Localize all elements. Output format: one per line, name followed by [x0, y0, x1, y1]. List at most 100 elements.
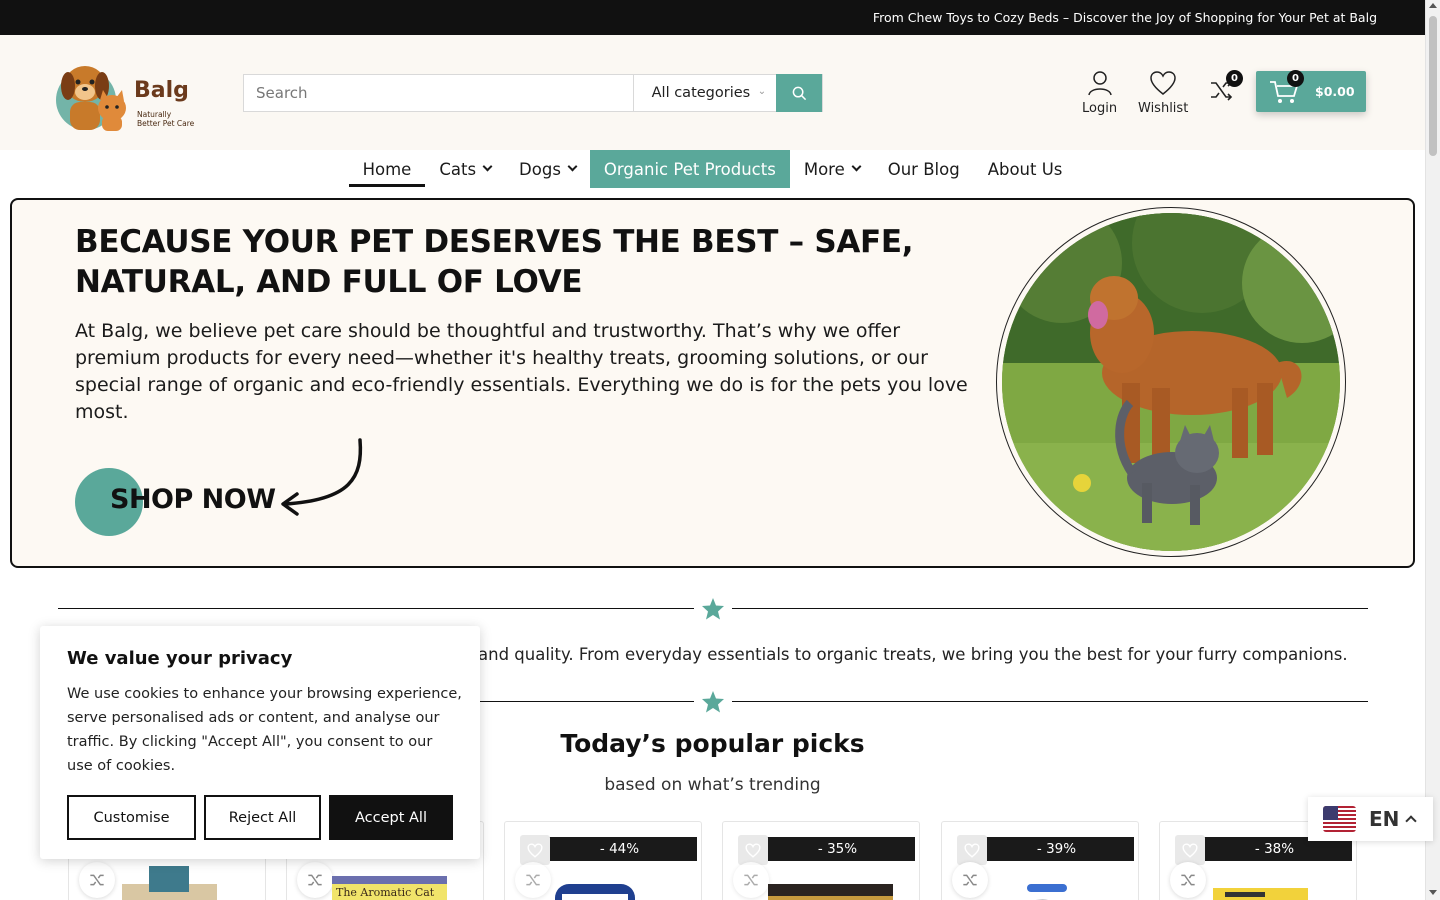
product-image	[768, 866, 893, 900]
nav-item-our-blog[interactable]: Our Blog	[874, 150, 974, 188]
main-nav: Home Cats Dogs Organic Pet Products More…	[0, 150, 1425, 188]
chevron-down-icon	[482, 161, 493, 172]
search-button[interactable]	[776, 74, 822, 112]
compare-shuffle-icon	[963, 874, 977, 886]
chevron-down-icon	[567, 161, 578, 172]
login-link[interactable]: Login	[1082, 70, 1117, 116]
compare-shuffle-icon	[1181, 874, 1195, 886]
dog-cat-logo-icon	[56, 66, 126, 131]
cookie-consent-dialog: We value your privacy We use cookies to …	[40, 626, 480, 859]
cookie-title: We value your privacy	[67, 648, 293, 669]
reject-all-button[interactable]: Reject All	[204, 795, 321, 840]
customise-button[interactable]: Customise	[67, 795, 196, 840]
nav-label-cats: Cats	[439, 159, 477, 179]
product-card[interactable]: - 44%	[504, 821, 702, 900]
intro-tagline-text: and quality. From everyday essentials to…	[478, 645, 1348, 664]
nav-label-home: Home	[362, 159, 412, 179]
announcement-text: From Chew Toys to Cozy Beds – Discover t…	[872, 10, 1377, 25]
add-to-wishlist-button[interactable]	[520, 835, 550, 865]
curved-arrow-icon	[281, 438, 363, 516]
logo-wordmark: Balg	[134, 78, 189, 103]
cart-count-badge: 0	[1287, 70, 1304, 87]
compare-button[interactable]	[79, 862, 115, 898]
heart-icon	[1150, 71, 1176, 95]
hero-description: At Balg, we believe pet care should be t…	[75, 320, 968, 423]
product-image	[550, 866, 660, 900]
site-logo[interactable]: Balg Naturally Better Pet Care	[50, 52, 200, 134]
wishlist-link[interactable]: Wishlist	[1138, 70, 1188, 116]
category-select[interactable]: All categories ⌄	[632, 75, 777, 111]
product-image	[1205, 866, 1315, 900]
dog-and-cat-photo	[1002, 213, 1340, 551]
nav-label-about: About Us	[987, 159, 1063, 179]
heart-icon	[745, 842, 761, 858]
cart-button[interactable]: $0.00	[1256, 71, 1366, 112]
star-icon	[702, 691, 724, 713]
discount-badge: - 35%	[760, 837, 915, 861]
product-card[interactable]: - 39%	[941, 821, 1139, 900]
compare-shuffle-icon	[744, 874, 758, 886]
nav-label-blog: Our Blog	[887, 159, 960, 179]
add-to-wishlist-button[interactable]	[957, 835, 987, 865]
user-icon	[1087, 71, 1112, 96]
language-switcher[interactable]: EN	[1308, 797, 1433, 841]
compare-shuffle-icon	[526, 874, 540, 886]
scroll-up-arrow[interactable]	[1429, 3, 1437, 8]
chevron-down-icon: ⌄	[757, 86, 767, 97]
nav-label-dogs: Dogs	[519, 159, 561, 179]
nav-item-cats[interactable]: Cats	[425, 150, 505, 188]
search-bar: All categories ⌄	[243, 74, 823, 112]
scroll-down-arrow[interactable]	[1429, 890, 1437, 895]
compare-button[interactable]	[952, 862, 988, 898]
nav-item-organic-pet-products[interactable]: Organic Pet Products	[589, 150, 790, 188]
compare-button[interactable]	[297, 862, 333, 898]
logo-tagline: Naturally Better Pet Care	[137, 110, 194, 128]
product-card[interactable]: - 35%	[722, 821, 920, 900]
login-label: Login	[1082, 101, 1118, 116]
discount-badge: - 39%	[979, 837, 1134, 861]
logo-tagline-line1: Naturally	[137, 110, 172, 119]
nav-item-dogs[interactable]: Dogs	[505, 150, 590, 188]
compare-button[interactable]	[1170, 862, 1206, 898]
hero-banner: BECAUSE YOUR PET DESERVES THE BEST – SAF…	[10, 198, 1415, 568]
product-image	[114, 866, 224, 900]
star-icon	[702, 598, 724, 620]
heart-icon	[1182, 842, 1198, 858]
announcement-bar: From Chew Toys to Cozy Beds – Discover t…	[0, 0, 1425, 35]
chevron-down-icon	[851, 161, 862, 172]
heart-icon	[964, 842, 980, 858]
accept-all-button[interactable]: Accept All	[329, 795, 453, 840]
add-to-wishlist-button[interactable]	[1175, 835, 1205, 865]
discount-badge: - 44%	[542, 837, 697, 861]
nav-label-more: More	[803, 159, 845, 179]
hero-title: BECAUSE YOUR PET DESERVES THE BEST – SAF…	[75, 224, 914, 300]
compare-count-badge: 0	[1226, 70, 1243, 87]
chevron-up-icon	[1405, 815, 1418, 827]
hero-image-dog-and-cat	[996, 207, 1346, 557]
product-image: The Aromatic Cat	[332, 866, 447, 900]
nav-item-home[interactable]: Home	[348, 150, 426, 188]
language-code: EN	[1369, 807, 1400, 831]
shop-now-button[interactable]: SHOP NOW	[75, 438, 375, 538]
nav-item-more[interactable]: More	[790, 150, 874, 188]
compare-shuffle-icon	[308, 874, 322, 886]
page-scrollbar[interactable]	[1425, 0, 1440, 900]
search-input[interactable]	[244, 75, 633, 111]
us-flag-icon	[1323, 806, 1356, 832]
logo-tagline-line2: Better Pet Care	[137, 119, 195, 128]
compare-shuffle-icon	[90, 874, 104, 886]
wishlist-label: Wishlist	[1138, 101, 1189, 116]
shop-now-label: SHOP NOW	[110, 484, 276, 515]
scroll-thumb[interactable]	[1429, 16, 1437, 156]
heart-icon	[527, 842, 543, 858]
compare-button[interactable]	[733, 862, 769, 898]
nav-item-about-us[interactable]: About Us	[974, 150, 1077, 188]
cart-total: $0.00	[1315, 84, 1355, 99]
search-icon	[792, 86, 806, 100]
site-header: Balg Naturally Better Pet Care All categ…	[0, 35, 1425, 150]
compare-button[interactable]	[515, 862, 551, 898]
cookie-description: We use cookies to enhance your browsing …	[67, 686, 462, 774]
add-to-wishlist-button[interactable]	[738, 835, 768, 865]
nav-label-organic: Organic Pet Products	[603, 159, 776, 179]
product-brand-label: The Aromatic Cat	[336, 886, 435, 899]
